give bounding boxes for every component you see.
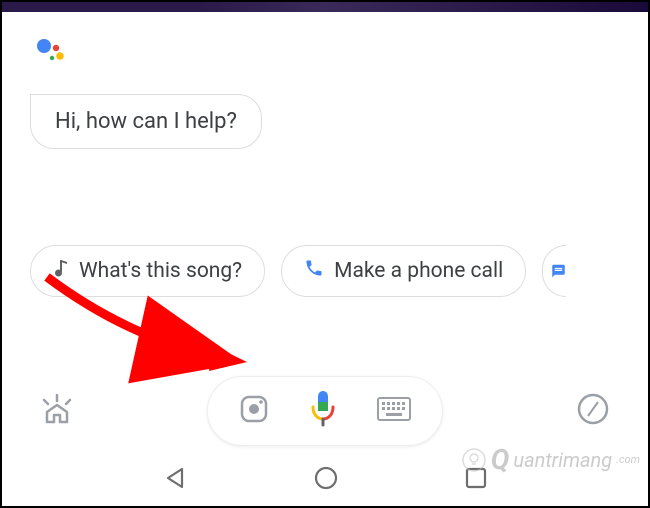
suggestion-label: What's this song? (79, 259, 242, 283)
microphone-icon[interactable] (308, 389, 338, 433)
music-note-icon (53, 258, 69, 284)
greeting-text: Hi, how can I help? (55, 109, 237, 134)
bottom-action-row (10, 376, 640, 446)
input-pill (207, 376, 443, 446)
watermark-bulb-icon (461, 447, 487, 473)
watermark-suffix: .com (616, 453, 640, 466)
watermark-text: uantrimang (513, 448, 612, 472)
suggestion-chips-row: What's this song? Make a phone call (30, 245, 640, 297)
updates-icon[interactable] (40, 392, 74, 430)
watermark-q: Q (491, 443, 510, 476)
lens-icon[interactable] (238, 393, 270, 429)
assistant-logo-icon (36, 38, 620, 72)
keyboard-icon[interactable] (376, 396, 412, 426)
chat-icon (551, 262, 566, 280)
explore-icon[interactable] (576, 392, 610, 430)
suggestion-chip-call[interactable]: Make a phone call (281, 245, 526, 297)
nav-back-icon[interactable] (162, 465, 188, 495)
background-peek (2, 2, 648, 12)
screenshot-frame: Hi, how can I help? What's this song? (0, 0, 650, 508)
suggestion-chip-partial[interactable] (542, 245, 566, 297)
suggestion-label: Make a phone call (334, 259, 503, 283)
phone-icon (304, 258, 324, 284)
assistant-panel: Hi, how can I help? What's this song? (10, 12, 640, 506)
nav-home-icon[interactable] (313, 465, 339, 495)
suggestion-chip-song[interactable]: What's this song? (30, 245, 265, 297)
watermark: Q uantrimang .com (461, 443, 640, 476)
assistant-greeting: Hi, how can I help? (30, 94, 262, 149)
